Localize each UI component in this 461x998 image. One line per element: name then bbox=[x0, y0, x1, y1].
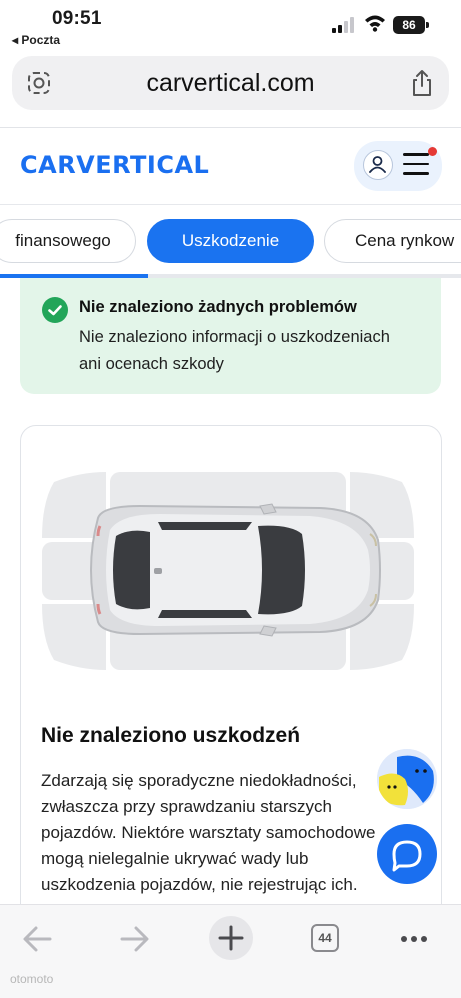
browser-toolbar: 44 bbox=[0, 904, 461, 998]
wifi-icon bbox=[365, 15, 385, 32]
forward-arrow-icon[interactable] bbox=[114, 919, 154, 959]
tabs-count-button[interactable]: 44 bbox=[311, 924, 339, 952]
plus-icon[interactable] bbox=[208, 915, 254, 961]
notification-dot bbox=[428, 147, 437, 156]
tab-uszkodzenie[interactable]: Uszkodzenie bbox=[147, 219, 314, 263]
page: 09:51 ◂ Poczta 86 carvertical.com CARVER… bbox=[0, 0, 461, 998]
watermark: otomoto bbox=[10, 972, 54, 986]
damage-card-title: Nie znaleziono uszkodzeń bbox=[41, 724, 301, 747]
check-circle-icon bbox=[42, 297, 68, 323]
divider bbox=[0, 127, 461, 128]
assistant-avatar-icon bbox=[377, 749, 437, 809]
status-bar: 09:51 ◂ Poczta 86 bbox=[0, 0, 461, 52]
car-damage-diagram bbox=[42, 472, 414, 670]
user-account-button[interactable] bbox=[363, 150, 393, 180]
carvertical-logo[interactable]: CARVERTICAL bbox=[20, 151, 209, 179]
cellular-signal-icon bbox=[332, 17, 354, 33]
back-to-app-link[interactable]: ◂ Poczta bbox=[12, 33, 60, 47]
user-icon bbox=[369, 156, 386, 173]
tab-finansowego[interactable]: finansowego bbox=[0, 219, 136, 263]
damage-card-text: Zdarzają się sporadyczne niedokładności,… bbox=[41, 771, 376, 920]
success-notice: Nie znaleziono żadnych problemów Nie zna… bbox=[20, 278, 441, 394]
menu-icon[interactable] bbox=[403, 153, 429, 177]
status-time: 09:51 bbox=[52, 8, 102, 29]
address-bar[interactable]: carvertical.com bbox=[12, 56, 449, 110]
back-arrow-icon[interactable] bbox=[18, 919, 58, 959]
url-text[interactable]: carvertical.com bbox=[12, 69, 449, 98]
chat-icon bbox=[392, 840, 422, 872]
success-description: Nie znaleziono informacji o uszkodzeniac… bbox=[79, 328, 390, 373]
more-icon[interactable] bbox=[394, 919, 434, 959]
success-title: Nie znaleziono żadnych problemów bbox=[79, 298, 357, 316]
assistant-avatar-button[interactable] bbox=[377, 749, 437, 809]
divider bbox=[0, 204, 461, 205]
tab-cena-rynkowa[interactable]: Cena rynkow bbox=[324, 219, 461, 263]
battery-indicator: 86 bbox=[393, 16, 429, 34]
chat-button[interactable] bbox=[377, 824, 437, 884]
header-menu-group bbox=[354, 141, 442, 191]
share-icon[interactable] bbox=[409, 69, 435, 97]
car-top-view bbox=[90, 503, 381, 637]
